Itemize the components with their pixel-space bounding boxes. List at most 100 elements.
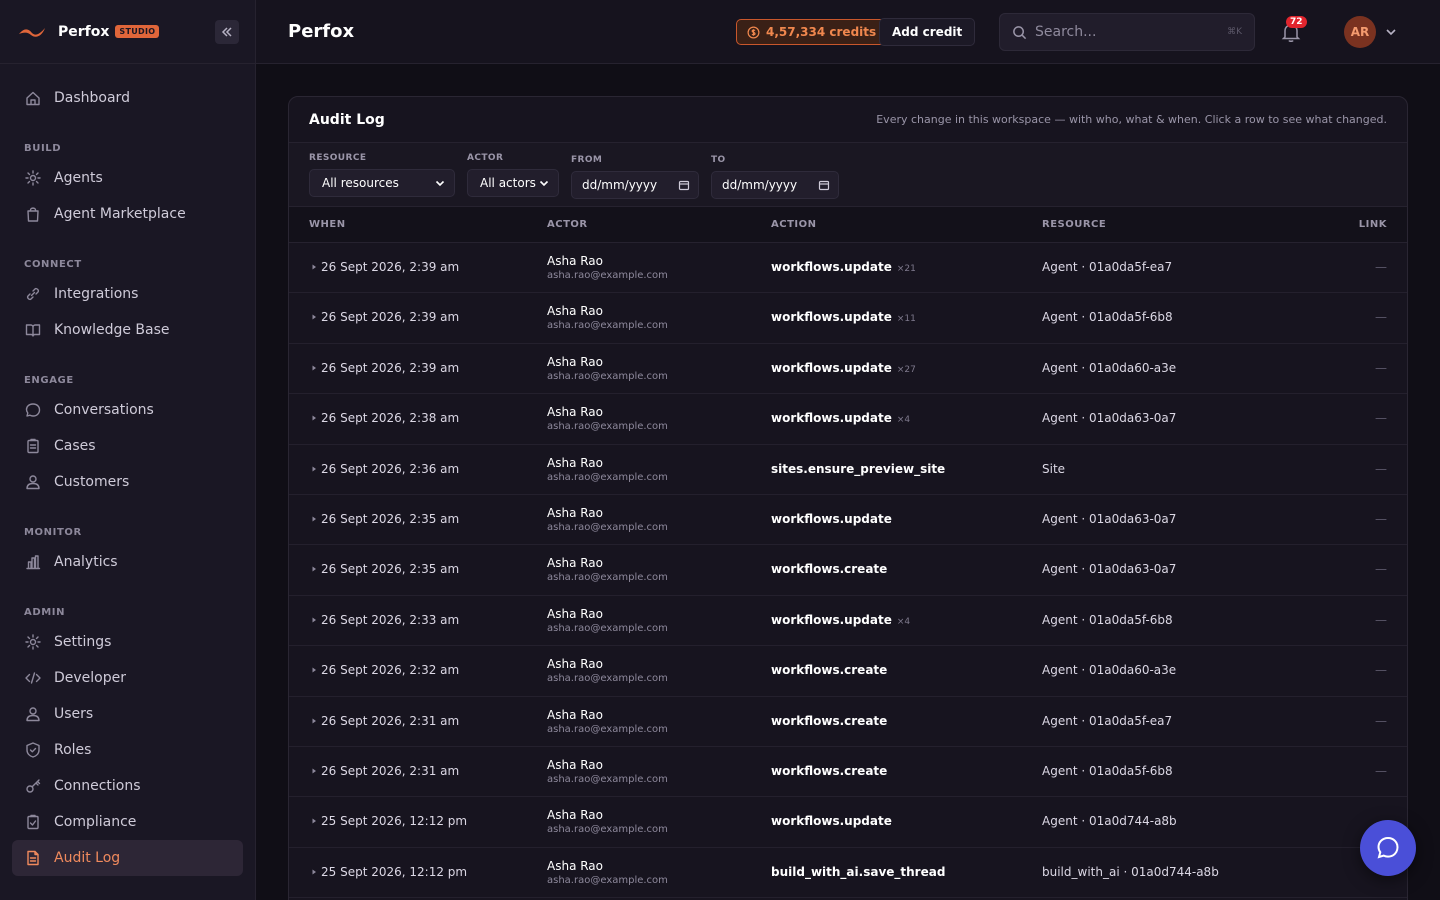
calendar-icon[interactable] <box>818 179 830 191</box>
brand-name: Perfox <box>58 23 110 40</box>
sidebar-item-customers[interactable]: Customers <box>12 464 243 500</box>
row-link[interactable]: — <box>1375 764 1387 778</box>
sidebar-section-engage: ENGAGE <box>24 375 74 386</box>
notification-count-badge: 72 <box>1286 16 1307 28</box>
chevrons-left-icon <box>221 27 232 37</box>
chat-fab-button[interactable] <box>1360 820 1416 876</box>
row-actor-email: asha.rao@example.com <box>547 622 668 634</box>
sidebar-item-roles[interactable]: Roles <box>12 732 243 768</box>
column-action[interactable]: ACTION <box>771 219 817 230</box>
row-link[interactable]: — <box>1375 310 1387 324</box>
table-row[interactable]: 26 Sept 2026, 2:31 am Asha Rao asha.rao@ex… <box>289 697 1407 747</box>
row-when: 26 Sept 2026, 2:31 am <box>321 763 460 778</box>
expand-caret-icon[interactable] <box>311 365 317 371</box>
column-resource[interactable]: RESOURCE <box>1042 219 1106 230</box>
table-row[interactable]: 25 Sept 2026, 12:12 pm Asha Rao asha.rao@e… <box>289 848 1407 899</box>
table-row[interactable]: 26 Sept 2026, 2:36 am Asha Rao asha.rao@ex… <box>289 445 1407 495</box>
sidebar-item-agent-marketplace[interactable]: Agent Marketplace <box>12 196 243 232</box>
row-action: workflows.update ×27 <box>771 361 916 375</box>
sidebar-item-dashboard[interactable]: Dashboard <box>12 80 243 116</box>
row-link[interactable]: — <box>1375 411 1387 425</box>
row-link[interactable]: — <box>1375 361 1387 375</box>
sidebar-item-label: Customers <box>54 474 130 490</box>
table-row[interactable]: 26 Sept 2026, 2:39 am Asha Rao asha.rao@ex… <box>289 344 1407 395</box>
row-actor-name: Asha Rao <box>547 606 604 621</box>
row-action-count: ×4 <box>896 616 911 627</box>
table-row[interactable]: 26 Sept 2026, 2:31 am Asha Rao asha.rao@ex… <box>289 747 1407 798</box>
audit-log-card: Audit Log Every change in this workspace… <box>288 96 1408 900</box>
expand-caret-icon[interactable] <box>311 667 317 673</box>
sidebar-item-cases[interactable]: Cases <box>12 428 243 464</box>
search-input[interactable] <box>1035 24 1228 40</box>
sidebar-item-analytics[interactable]: Analytics <box>12 544 243 580</box>
row-resource: Agent · 01a0da5f-ea7 <box>1042 713 1173 728</box>
table-row[interactable]: 26 Sept 2026, 2:33 am Asha Rao asha.rao@ex… <box>289 596 1407 647</box>
collapse-sidebar-button[interactable] <box>215 20 239 44</box>
table-header: WHEN ACTOR ACTION RESOURCE LINK <box>289 207 1407 243</box>
sidebar-item-integrations[interactable]: Integrations <box>12 276 243 312</box>
avatar[interactable]: AR <box>1344 16 1376 48</box>
expand-caret-icon[interactable] <box>311 617 317 623</box>
actor-select[interactable]: All actors <box>467 169 559 197</box>
expand-caret-icon[interactable] <box>311 264 317 270</box>
column-actor[interactable]: ACTOR <box>547 219 588 230</box>
table-row[interactable]: 26 Sept 2026, 2:39 am Asha Rao asha.rao@ex… <box>289 243 1407 294</box>
table-row[interactable]: 25 Sept 2026, 12:12 pm Asha Rao asha.rao@e… <box>289 797 1407 848</box>
row-link[interactable]: — <box>1375 512 1387 526</box>
expand-caret-icon[interactable] <box>311 718 317 724</box>
row-link[interactable]: — <box>1375 562 1387 576</box>
column-when[interactable]: WHEN <box>309 219 346 230</box>
expand-caret-icon[interactable] <box>311 314 317 320</box>
expand-caret-icon[interactable] <box>311 768 317 774</box>
sidebar-item-label: Audit Log <box>54 850 121 866</box>
table-row[interactable]: 26 Sept 2026, 2:32 am Asha Rao asha.rao@ex… <box>289 646 1407 697</box>
expand-caret-icon[interactable] <box>311 415 317 421</box>
row-link[interactable]: — <box>1375 462 1387 476</box>
row-actor-email: asha.rao@example.com <box>547 572 668 584</box>
to-date-value: dd/mm/yyyy <box>722 178 798 192</box>
sidebar-item-developer[interactable]: Developer <box>12 660 243 696</box>
from-date-input[interactable]: dd/mm/yyyy <box>571 171 699 199</box>
card-subtitle: Every change in this workspace — with wh… <box>876 113 1387 126</box>
table-row[interactable]: 26 Sept 2026, 2:35 am Asha Rao asha.rao@ex… <box>289 495 1407 546</box>
row-actor-name: Asha Rao <box>547 707 604 722</box>
resource-select[interactable]: All resources <box>309 169 455 197</box>
row-actor-email: asha.rao@example.com <box>547 824 668 836</box>
row-action-name: sites.ensure_preview_site <box>771 461 946 476</box>
table-row[interactable]: 26 Sept 2026, 2:35 am Asha Rao asha.rao@ex… <box>289 545 1407 596</box>
expand-caret-icon[interactable] <box>311 818 317 824</box>
sidebar-item-label: Analytics <box>54 554 118 570</box>
row-action-name: workflows.create <box>771 763 888 778</box>
to-date-input[interactable]: dd/mm/yyyy <box>711 171 839 199</box>
expand-caret-icon[interactable] <box>311 566 317 572</box>
sidebar-item-users[interactable]: Users <box>12 696 243 732</box>
row-action-name: workflows.create <box>771 562 888 577</box>
sidebar-item-conversations[interactable]: Conversations <box>12 392 243 428</box>
chevron-down-icon[interactable] <box>1384 25 1398 39</box>
expand-caret-icon[interactable] <box>311 516 317 522</box>
calendar-icon[interactable] <box>678 179 690 191</box>
row-link[interactable]: — <box>1375 663 1387 677</box>
row-actor-name: Asha Rao <box>547 505 604 520</box>
expand-caret-icon[interactable] <box>311 869 317 875</box>
table-row[interactable]: 26 Sept 2026, 2:38 am Asha Rao asha.rao@ex… <box>289 394 1407 445</box>
table-row[interactable]: 26 Sept 2026, 2:39 am Asha Rao asha.rao@ex… <box>289 293 1407 344</box>
sidebar-item-label: Knowledge Base <box>54 322 170 338</box>
shield-icon <box>26 742 40 758</box>
row-action: build_with_ai.save_thread <box>771 865 950 879</box>
row-link[interactable]: — <box>1375 260 1387 274</box>
sidebar-item-settings[interactable]: Settings <box>12 624 243 660</box>
row-link[interactable]: — <box>1375 714 1387 728</box>
sidebar-item-connections[interactable]: Connections <box>12 768 243 804</box>
sidebar-item-knowledge-base[interactable]: Knowledge Base <box>12 312 243 348</box>
row-action: workflows.create <box>771 562 892 576</box>
expand-caret-icon[interactable] <box>311 466 317 472</box>
row-link[interactable]: — <box>1375 613 1387 627</box>
add-credit-button[interactable]: Add credit <box>879 18 976 46</box>
sidebar-item-agents[interactable]: Agents <box>12 160 243 196</box>
search-box[interactable]: ⌘K <box>999 13 1255 51</box>
sidebar-item-compliance[interactable]: Compliance <box>12 804 243 840</box>
row-when: 25 Sept 2026, 12:12 pm <box>321 864 468 879</box>
credits-badge[interactable]: 4,57,334 credits <box>736 19 888 45</box>
sidebar-item-audit-log[interactable]: Audit Log <box>12 840 243 876</box>
